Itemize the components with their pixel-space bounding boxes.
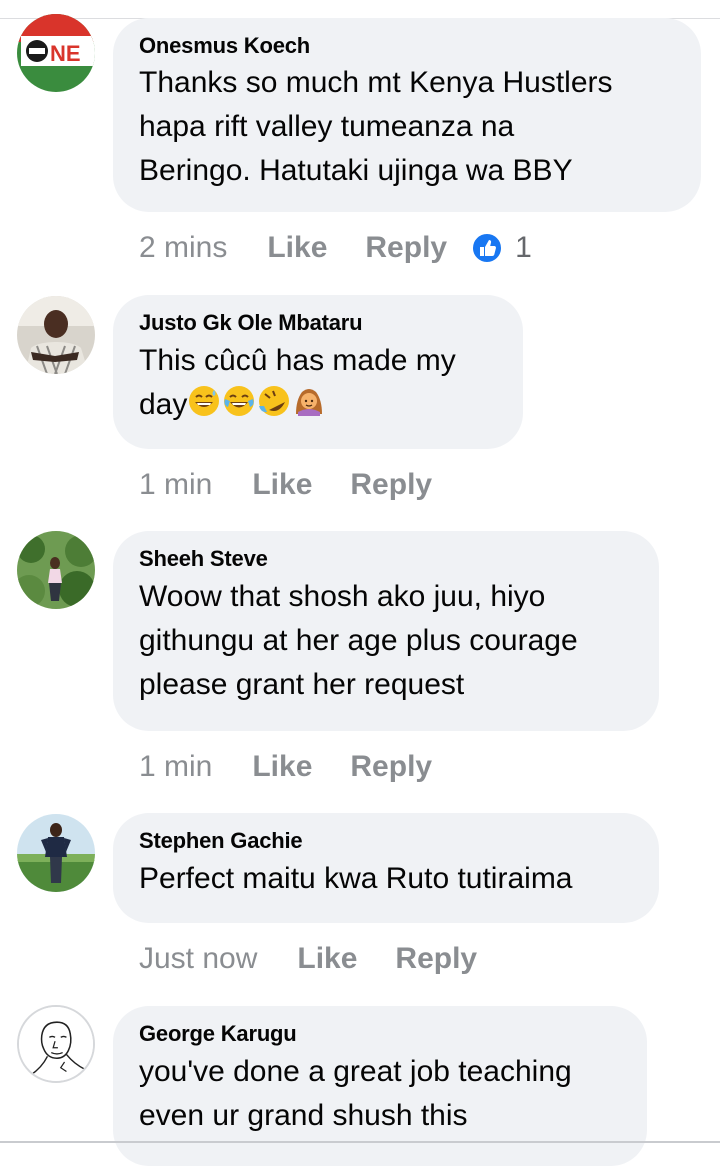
reaction-count[interactable]: 1 [515,231,532,265]
comment-author[interactable]: Onesmus Koech [139,32,675,60]
comment-text: Perfect maitu kwa Ruto tutiraima [139,857,633,901]
comment-author[interactable]: Justo Gk Ole Mbataru [139,309,497,337]
bottom-divider [0,1141,720,1143]
comment-text-line: This cûcû has made my [139,344,456,377]
reply-button[interactable]: Reply [350,750,432,784]
comment-text-line: day [139,383,497,427]
avatar[interactable] [17,531,95,609]
comment-text-line: Thanks so much mt Kenya Hustlers [139,66,613,99]
comment-text-line: Beringo. Hatutaki ujinga wa BBY [139,154,573,187]
like-button[interactable]: Like [252,750,312,784]
comment-text: This cûcû has made my day [139,339,497,427]
comment-text-line: Woow that shosh ako juu, hiyo [139,580,546,613]
comment-text-line: even ur grand shush this [139,1099,468,1132]
comment-text: Thanks so much mt Kenya Hustlers hapa ri… [139,61,675,193]
comment-actions: 2 mins Like Reply 1 [139,228,532,268]
comment-text-line: you've done a great job teaching [139,1055,572,1088]
comment-text: Woow that shosh ako juu, hiyo githungu a… [139,575,633,707]
comment-author[interactable]: Stephen Gachie [139,827,633,855]
avatar[interactable] [17,296,95,374]
avatar[interactable] [17,814,95,892]
like-button[interactable]: Like [252,468,312,502]
comment-text-line: Perfect maitu kwa Ruto tutiraima [139,862,573,895]
woman-gesturing-ok-emoji [292,384,326,418]
comment-timestamp[interactable]: 1 min [139,468,212,502]
comment-bubble: Stephen Gachie Perfect maitu kwa Ruto tu… [113,813,659,923]
comment-timestamp[interactable]: 2 mins [139,231,227,265]
reply-button[interactable]: Reply [395,942,477,976]
reply-button[interactable]: Reply [365,231,447,265]
comment-timestamp[interactable]: Just now [139,942,257,976]
avatar[interactable] [17,1005,95,1083]
sweat-smile-emoji [187,384,221,418]
like-button[interactable]: Like [297,942,357,976]
avatar[interactable]: NE [17,14,95,92]
comment-text-line: githungu at her age plus courage [139,624,578,657]
comment-text: you've done a great job teaching even ur… [139,1050,621,1138]
comment-author[interactable]: Sheeh Steve [139,545,633,573]
like-reaction-icon[interactable] [471,232,504,264]
like-button[interactable]: Like [267,231,327,265]
comment-actions: 1 min Like Reply [139,465,432,505]
rofl-emoji [257,384,291,418]
comment-actions: Just now Like Reply [139,939,477,979]
comment-text-fragment: day [139,388,188,421]
comment-timestamp[interactable]: 1 min [139,750,212,784]
comment-bubble: Sheeh Steve Woow that shosh ako juu, hiy… [113,531,659,731]
joy-emoji [222,384,256,418]
comment-text-line: hapa rift valley tumeanza na [139,110,515,143]
comment-bubble: Justo Gk Ole Mbataru This cûcû has made … [113,295,523,449]
reply-button[interactable]: Reply [350,468,432,502]
comment-text-line: please grant her request [139,668,465,701]
comment-actions: 1 min Like Reply [139,747,432,787]
comment-author[interactable]: George Karugu [139,1020,621,1048]
svg-text:NE: NE [50,41,81,66]
comment-bubble: Onesmus Koech Thanks so much mt Kenya Hu… [113,18,701,212]
